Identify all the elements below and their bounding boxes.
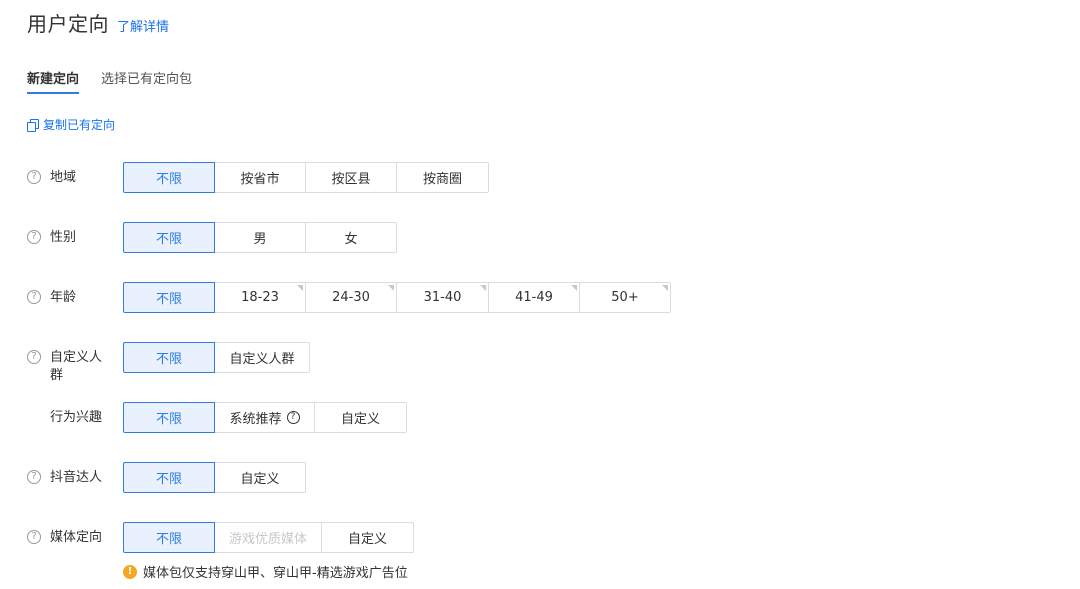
tab-new-targeting[interactable]: 新建定向 (27, 68, 80, 94)
copy-link-label: 复制已有定向 (43, 118, 116, 132)
douyin-option-unlimited[interactable]: 不限 (123, 462, 215, 493)
custom-audience-option-unlimited[interactable]: 不限 (123, 342, 215, 373)
douyin-row: ? 抖音达人 不限 自定义 (27, 462, 306, 493)
age-option-18-23[interactable]: 18-23 (215, 282, 306, 313)
gender-label: 性别 (50, 230, 77, 245)
media-option-quality-game-media: 游戏优质媒体 (215, 522, 322, 553)
copy-existing-targeting-link[interactable]: 复制已有定向 (27, 116, 115, 133)
tab-bar: 新建定向 选择已有定向包 (27, 68, 214, 94)
douyin-options: 不限 自定义 (123, 462, 306, 493)
warning-icon: ! (123, 564, 137, 579)
gender-row: ? 性别 不限 男 女 (27, 222, 397, 253)
media-row: ? 媒体定向 不限 游戏优质媒体 自定义 (27, 522, 414, 553)
age-option-31-40[interactable]: 31-40 (397, 282, 489, 313)
age-option-unlimited[interactable]: 不限 (123, 282, 215, 313)
help-icon[interactable]: ? (27, 230, 41, 244)
behavior-options: 不限 系统推荐? 自定义 (123, 402, 407, 433)
help-icon[interactable]: ? (27, 470, 41, 484)
behavior-option-system-recommend[interactable]: 系统推荐? (215, 402, 315, 433)
age-option-text: 18-23 (241, 290, 279, 305)
corner-mark-icon (388, 285, 394, 291)
age-option-24-30[interactable]: 24-30 (306, 282, 397, 313)
corner-mark-icon (662, 285, 668, 291)
media-option-unlimited[interactable]: 不限 (123, 522, 215, 553)
region-option-province[interactable]: 按省市 (215, 162, 306, 193)
age-option-text: 31-40 (423, 290, 462, 305)
media-option-custom[interactable]: 自定义 (322, 522, 414, 553)
gender-options: 不限 男 女 (123, 222, 397, 253)
region-option-unlimited[interactable]: 不限 (123, 162, 215, 193)
age-options: 不限 18-23 24-30 31-40 41-49 50+ (123, 282, 671, 313)
behavior-row: 行为兴趣 不限 系统推荐? 自定义 (27, 402, 407, 433)
gender-option-female[interactable]: 女 (306, 222, 397, 253)
region-option-county[interactable]: 按区县 (306, 162, 397, 193)
region-row: ? 地域 不限 按省市 按区县 按商圈 (27, 162, 489, 193)
age-option-text: 41-49 (515, 290, 553, 305)
page-header: 用户定向 了解详情 (27, 8, 169, 37)
gender-option-male[interactable]: 男 (215, 222, 306, 253)
age-option-text: 不限 (155, 292, 182, 307)
gender-option-unlimited[interactable]: 不限 (123, 222, 215, 253)
tab-existing-package[interactable]: 选择已有定向包 (101, 68, 192, 94)
douyin-option-custom[interactable]: 自定义 (215, 462, 306, 493)
custom-audience-options: 不限 自定义人群 (123, 342, 310, 373)
behavior-label: 行为兴趣 (50, 410, 103, 425)
age-option-text: 50+ (611, 290, 639, 305)
behavior-option-unlimited[interactable]: 不限 (123, 402, 215, 433)
help-icon[interactable]: ? (27, 530, 41, 544)
corner-mark-icon (297, 285, 303, 291)
douyin-label: 抖音达人 (50, 470, 103, 485)
corner-mark-icon (480, 285, 486, 291)
region-options: 不限 按省市 按区县 按商圈 (123, 162, 489, 193)
behavior-option-custom[interactable]: 自定义 (315, 402, 407, 433)
page-title: 用户定向 (27, 12, 109, 36)
custom-audience-option-custom[interactable]: 自定义人群 (215, 342, 310, 373)
copy-icon (27, 119, 39, 132)
region-option-business-area[interactable]: 按商圈 (397, 162, 489, 193)
media-note-text: 媒体包仅支持穿山甲、穿山甲-精选游戏广告位 (143, 566, 408, 581)
media-note: ! 媒体包仅支持穿山甲、穿山甲-精选游戏广告位 (123, 562, 408, 581)
age-row: ? 年龄 不限 18-23 24-30 31-40 41-49 50+ (27, 282, 671, 313)
age-label: 年龄 (50, 290, 77, 305)
learn-more-link[interactable]: 了解详情 (117, 16, 169, 35)
help-icon[interactable]: ? (27, 350, 41, 364)
help-icon[interactable]: ? (286, 411, 300, 424)
media-options: 不限 游戏优质媒体 自定义 (123, 522, 414, 553)
behavior-option-text: 系统推荐 (229, 412, 282, 427)
age-option-text: 24-30 (332, 290, 370, 305)
custom-audience-row: ? 自定义人群 不限 自定义人群 (27, 342, 310, 385)
region-label: 地域 (50, 170, 77, 185)
age-option-50-plus[interactable]: 50+ (580, 282, 671, 313)
help-icon[interactable]: ? (27, 290, 41, 304)
corner-mark-icon (571, 285, 577, 291)
age-option-41-49[interactable]: 41-49 (489, 282, 580, 313)
media-label: 媒体定向 (50, 530, 103, 545)
help-icon[interactable]: ? (27, 170, 41, 184)
custom-audience-label: 自定义人群 (50, 350, 103, 383)
